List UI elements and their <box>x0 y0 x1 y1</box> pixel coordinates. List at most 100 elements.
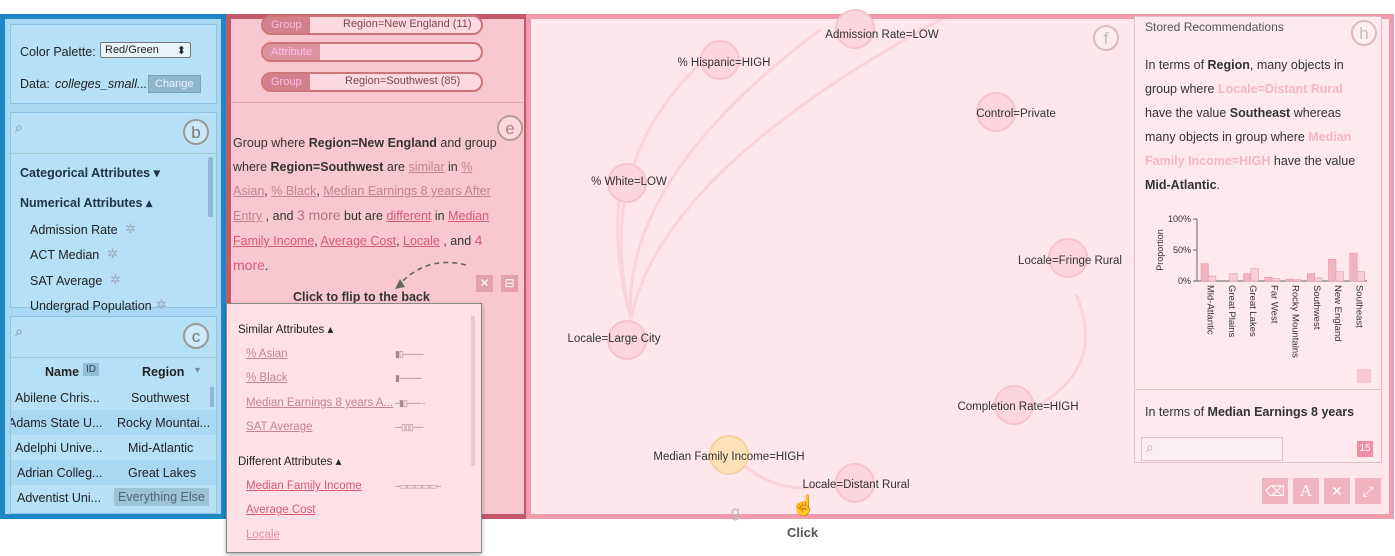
sparkline: --▭▭▭▭▭-- <box>395 481 442 491</box>
row-name: Abilene Chris... <box>15 391 100 405</box>
desc-text: are <box>386 160 405 174</box>
categorical-header[interactable]: Categorical Attributes ▾ <box>20 165 160 180</box>
similar-attribute-link[interactable]: % Black <box>271 184 316 198</box>
pill-value: Region=New England (11) <box>343 18 472 30</box>
data-label: Data: <box>20 77 50 91</box>
attribute-item[interactable]: ACT Median <box>30 248 99 262</box>
row-region: Everything Else <box>114 488 209 506</box>
expand-icon[interactable] <box>1357 369 1371 383</box>
group-name: Region=Southwest <box>270 160 384 174</box>
rec-attribute: Median Earnings 8 years <box>1207 405 1355 419</box>
group-pill-2[interactable]: Group Region=Southwest (85) <box>261 72 483 92</box>
recommendation-text[interactable]: In terms of Region, many objects in grou… <box>1145 53 1371 197</box>
different-link[interactable]: different <box>386 209 431 223</box>
x-tick-label: Southeast <box>1353 285 1364 328</box>
rec-text: have the value <box>1145 106 1227 120</box>
caret-up-icon: ▴ <box>145 196 153 210</box>
bar <box>1306 273 1315 282</box>
pill-label: Group <box>263 74 310 90</box>
bar <box>1335 271 1344 282</box>
different-header[interactable]: Different Attributes ▴ <box>238 454 341 468</box>
x-tick-label: Far West <box>1268 285 1279 324</box>
scrollbar[interactable] <box>210 387 214 407</box>
column-header-region[interactable]: Region <box>142 365 184 379</box>
scrollbar[interactable] <box>471 316 475 466</box>
search-icon[interactable]: ⌕ <box>15 323 23 340</box>
different-attribute-link[interactable]: Locale <box>403 234 440 248</box>
recommendation-text-2[interactable]: In terms of Median Earnings 8 years <box>1145 405 1354 419</box>
flip-card[interactable]: Similar Attributes ▴ % Asian ▮▯---------… <box>226 303 482 553</box>
panel-badge-h: h <box>1351 20 1377 46</box>
similar-attribute[interactable]: % Black <box>246 372 288 384</box>
sparkline: ▮----------- <box>395 373 422 383</box>
comparison-description: Group where Region=New England and group… <box>233 136 497 273</box>
attribute-item[interactable]: SAT Average <box>30 274 102 288</box>
x-tick-label: Mid-Atlantic <box>1205 285 1216 335</box>
different-attribute[interactable]: Median Family Income <box>246 480 362 492</box>
gear-icon[interactable]: ✲ <box>107 246 118 262</box>
row-region: Rocky Mountai... <box>117 416 211 430</box>
divider <box>231 102 524 103</box>
rec-text: have the value <box>1273 154 1356 168</box>
table-row[interactable]: Adelphi Unive... Mid-Atlantic <box>11 435 216 460</box>
gear-icon[interactable]: ✲ <box>125 221 136 237</box>
x-tick-label: Great Plains <box>1226 285 1237 338</box>
fullscreen-icon[interactable]: ⤢ <box>1355 478 1381 504</box>
palette-select[interactable]: Red/Green ⬍ <box>100 42 191 58</box>
bar <box>1285 278 1294 282</box>
panel-badge-b: b <box>183 119 209 145</box>
similar-attribute[interactable]: % Asian <box>246 348 288 360</box>
attributes-section: ⌕ b Categorical Attributes ▾ Numerical A… <box>10 112 217 313</box>
table-row[interactable]: Abilene Chris... Southwest <box>11 385 216 410</box>
attribute-pill[interactable]: Attribute <box>261 42 483 62</box>
save-icon[interactable]: ⊟ <box>501 275 518 292</box>
column-header-id[interactable]: ID <box>83 363 99 376</box>
eraser-icon[interactable]: ⌫ <box>1262 478 1288 504</box>
similar-header[interactable]: Similar Attributes ▴ <box>238 322 333 336</box>
similar-attribute[interactable]: SAT Average <box>246 421 313 433</box>
different-attribute[interactable]: Average Cost <box>246 504 315 516</box>
table-row[interactable]: Adams State U... Rocky Mountai... <box>11 410 216 435</box>
search-icon[interactable]: ⌕ <box>15 119 23 136</box>
attribute-item[interactable]: Admission Rate <box>30 223 118 237</box>
bar <box>1229 273 1238 282</box>
desc-text: but are <box>344 209 383 223</box>
node-label: % White=LOW <box>591 176 667 188</box>
attribute-item[interactable]: Undergrad Population <box>30 299 152 313</box>
sort-caret-icon[interactable]: ▾ <box>195 365 200 376</box>
numerical-header[interactable]: Numerical Attributes ▴ <box>20 195 152 210</box>
text-size-icon[interactable]: A <box>1293 478 1319 504</box>
caret-up-icon: ▴ <box>327 324 334 336</box>
different-attribute[interactable]: Locale <box>246 529 280 541</box>
gear-icon[interactable]: ✲ <box>156 297 167 313</box>
close-icon[interactable]: ✕ <box>476 275 493 292</box>
table-row[interactable]: Adrian Colleg... Great Lakes <box>11 460 216 485</box>
bar <box>1293 279 1302 282</box>
panel-badge-g: g <box>731 504 740 521</box>
desc-text: in <box>434 209 445 223</box>
left-panel: Color Palette: Red/Green ⬍ Data: college… <box>0 14 226 519</box>
close-icon[interactable]: ✕ <box>1324 478 1350 504</box>
stored-header: Stored Recommendations <box>1145 20 1284 34</box>
y-tick-label: 100% <box>1168 214 1191 224</box>
change-button[interactable]: Change <box>148 75 201 93</box>
gear-icon[interactable]: ✲ <box>110 272 121 288</box>
desc-text: . <box>264 259 269 273</box>
group-pill-1[interactable]: Group Region=New England (11) <box>261 15 483 35</box>
similar-attribute[interactable]: Median Earnings 8 years A... <box>246 397 393 409</box>
rec-text: In terms of <box>1145 58 1205 72</box>
stored-search-input[interactable]: ⌕ <box>1141 437 1283 461</box>
rec-attribute: Region <box>1207 58 1250 72</box>
similar-link[interactable]: similar <box>408 160 444 174</box>
rec-value: Southeast <box>1229 106 1291 120</box>
scrollbar[interactable] <box>208 157 213 217</box>
panel-badge-c: c <box>183 323 209 349</box>
more-link[interactable]: 3 more <box>297 207 341 223</box>
group-name: Region=New England <box>308 136 437 150</box>
row-region: Great Lakes <box>128 466 197 480</box>
rec-value: Mid-Atlantic <box>1145 178 1217 192</box>
table-row[interactable]: Adventist Uni... Everything Else <box>11 485 216 510</box>
different-attribute-link[interactable]: Average Cost <box>321 234 397 248</box>
column-header-name[interactable]: Name <box>45 365 79 379</box>
desc-text: , and <box>265 209 294 223</box>
